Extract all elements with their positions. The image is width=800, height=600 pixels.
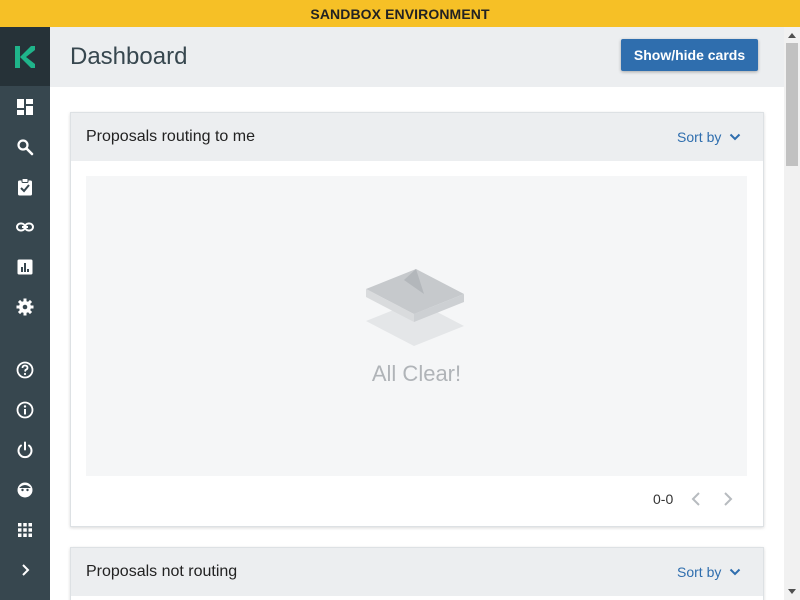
scroll-up-button[interactable] [784,27,800,43]
next-page-button[interactable] [719,490,737,508]
chevron-left-icon [691,492,700,506]
dashboard-cards: Proposals routing to me Sort by All Clea… [50,87,784,600]
help-icon [16,361,34,379]
chevron-right-icon [724,492,733,506]
sidebar-item-reports[interactable] [0,247,50,287]
empty-state-text: All Clear! [371,361,462,386]
scroll-up-arrow-icon [788,33,796,38]
scroll-down-arrow-icon [788,589,796,594]
gear-icon [16,298,34,316]
kuali-logo[interactable] [0,27,50,86]
chart-icon [17,259,33,275]
sidebar-item-info[interactable] [0,390,50,430]
card-title: Proposals not routing [86,563,238,580]
chevron-down-icon [730,133,741,141]
card-title: Proposals routing to me [86,128,255,145]
main-content: Dashboard Show/hide cards Proposals rout… [50,27,784,600]
sidebar-item-profile[interactable] [0,470,50,510]
sidebar-item-help[interactable] [0,350,50,390]
banner-text: SANDBOX ENVIRONMENT [310,5,490,22]
sidebar [0,27,50,600]
card-header: Proposals routing to me Sort by [71,113,763,161]
sidebar-item-links[interactable] [0,207,50,247]
previous-page-button[interactable] [687,490,705,508]
search-icon [17,139,34,156]
sort-by-label: Sort by [677,564,722,580]
pagination-range: 0-0 [653,491,674,507]
sidebar-item-dashboard[interactable] [0,87,50,127]
apps-grid-icon [18,523,32,537]
scrollbar-thumb[interactable] [786,43,798,166]
card-header: Proposals not routing Sort by [71,548,763,596]
page-title: Dashboard [70,43,188,70]
kuali-logo-icon [15,45,35,68]
sidebar-item-search[interactable] [0,127,50,167]
empty-state: All Clear! [86,176,747,476]
pagination: 0-0 [653,490,737,508]
chevron-down-icon [730,568,741,576]
vertical-scrollbar[interactable] [784,27,800,600]
sort-by-dropdown[interactable]: Sort by [677,129,741,145]
card-routing-to-me: Proposals routing to me Sort by All Clea… [70,112,764,527]
card-not-routing: Proposals not routing Sort by [70,547,764,600]
dashboard-icon [17,99,33,115]
sort-by-dropdown[interactable]: Sort by [677,564,741,580]
page-header: Dashboard Show/hide cards [50,27,784,87]
link-icon [16,222,34,232]
sidebar-item-tasks[interactable] [0,167,50,207]
sandbox-banner: SANDBOX ENVIRONMENT [0,0,800,27]
user-face-icon [17,482,33,498]
sidebar-expand-button[interactable] [0,550,50,590]
scroll-down-button[interactable] [784,584,800,600]
clipboard-check-icon [18,178,32,196]
sidebar-item-apps[interactable] [0,510,50,550]
power-icon [17,441,33,459]
empty-tray-icon [366,269,464,346]
chevron-right-icon [22,564,30,576]
sort-by-label: Sort by [677,129,722,145]
info-icon [16,401,34,419]
sidebar-item-logout[interactable] [0,430,50,470]
sidebar-item-settings[interactable] [0,287,50,327]
show-hide-cards-button[interactable]: Show/hide cards [621,39,758,71]
